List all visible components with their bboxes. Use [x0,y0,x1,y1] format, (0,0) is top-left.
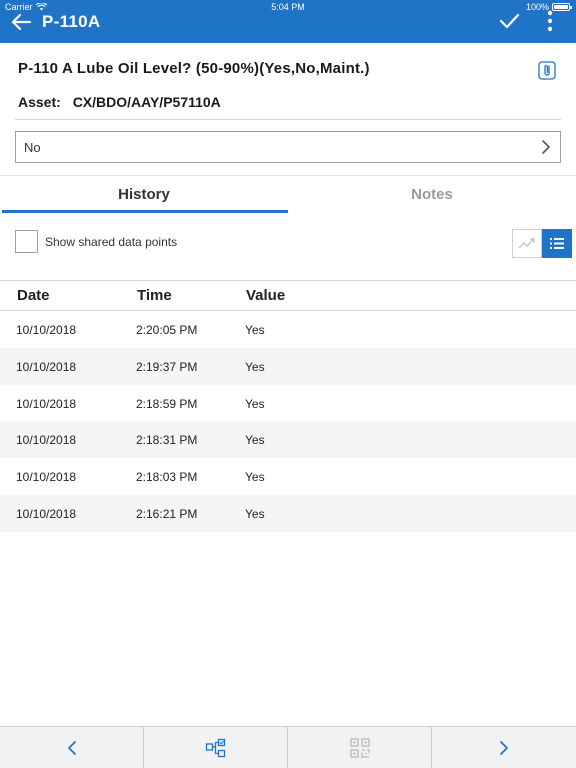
asset-label: Asset: [18,94,61,110]
cell-value: Yes [245,323,265,337]
answer-value: No [24,140,41,155]
chart-view-button[interactable] [512,229,542,258]
cell-time: 2:18:59 PM [136,396,198,411]
tab-notes[interactable]: Notes [288,176,576,213]
cell-time: 2:16:21 PM [136,506,198,521]
question-text: P-110 A Lube Oil Level? (50-90%)(Yes,No,… [18,60,370,77]
cell-value: Yes [245,359,265,374]
cell-date: 10/10/2018 [16,396,77,411]
show-shared-label: Show shared data points [45,235,178,249]
hierarchy-button[interactable] [144,727,288,768]
cell-time: 2:18:31 PM [136,433,198,448]
qr-scan-icon [349,737,370,758]
chevron-right-icon [500,740,508,755]
cell-value: Yes [245,506,265,521]
table-row[interactable]: 10/10/2018 2:19:37 PM Yes [0,347,576,385]
table-row[interactable]: 10/10/2018 2:20:05 PM Yes [0,311,576,348]
table-row[interactable]: 10/10/2018 2:18:59 PM Yes [0,385,576,422]
list-icon [550,238,564,249]
tab-history[interactable]: History [0,176,288,213]
back-arrow-icon[interactable] [10,12,32,32]
chevron-left-icon [67,740,76,755]
header-value: Value [246,287,286,304]
active-tab-indicator [2,210,288,213]
table-row[interactable]: 10/10/2018 2:18:03 PM Yes [0,458,576,495]
checkmark-icon[interactable] [498,11,520,31]
cell-time: 2:20:05 PM [136,323,198,337]
status-time: 5:04 PM [271,2,305,12]
cell-date: 10/10/2018 [16,433,77,448]
asset-info: Asset: CX/BDO/AAY/P57110A [18,94,221,110]
cell-value: Yes [245,396,265,411]
history-table: 10/10/2018 2:20:05 PM Yes 10/10/2018 2:1… [0,311,576,532]
list-view-button[interactable] [542,229,572,258]
cell-date: 10/10/2018 [16,359,77,374]
header-date: Date [17,287,50,304]
more-vertical-icon[interactable] [542,10,558,32]
answer-selector[interactable]: No [15,131,561,163]
previous-button[interactable] [0,727,144,768]
asset-value: CX/BDO/AAY/P57110A [72,94,221,110]
table-row[interactable]: 10/10/2018 2:18:31 PM Yes [0,421,576,459]
paperclip-icon[interactable] [538,60,556,80]
hierarchy-icon [205,738,225,757]
scan-button[interactable] [288,727,432,768]
cell-date: 10/10/2018 [16,506,77,521]
app-header: Carrier 5:04 PM 100% P-110A [0,0,576,43]
cell-value: Yes [245,433,265,448]
chevron-right-icon [542,140,550,154]
divider [0,280,576,281]
cell-date: 10/10/2018 [16,470,77,485]
show-shared-checkbox[interactable] [15,230,38,253]
cell-date: 10/10/2018 [16,323,77,337]
next-button[interactable] [432,727,576,768]
divider [15,119,561,120]
cell-time: 2:18:03 PM [136,470,198,485]
table-row[interactable]: 10/10/2018 2:16:21 PM Yes [0,494,576,532]
page-title: P-110A [42,12,101,31]
bottom-toolbar [0,726,576,768]
cell-time: 2:19:37 PM [136,359,198,374]
trend-chart-icon [518,238,535,249]
header-time: Time [137,287,172,304]
cell-value: Yes [245,470,265,485]
